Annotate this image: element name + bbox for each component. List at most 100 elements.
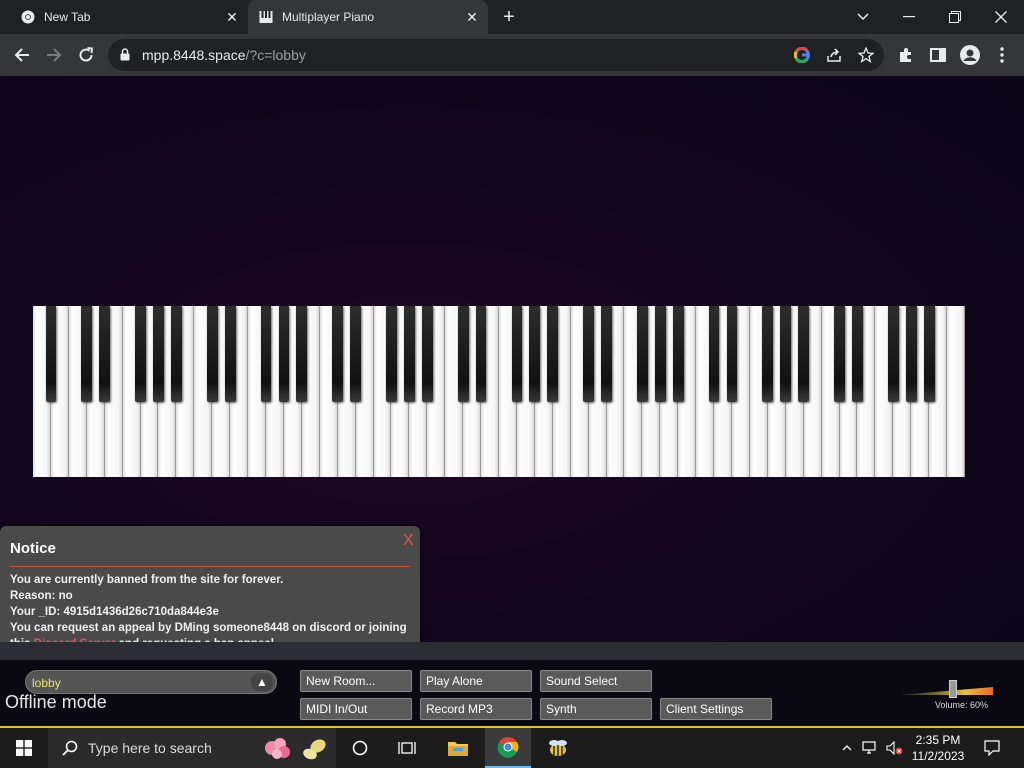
midi-in-out-button[interactable]: MIDI In/Out: [300, 698, 412, 720]
back-arrow-icon[interactable]: [9, 42, 35, 68]
side-panel-icon[interactable]: [927, 44, 949, 66]
black-key[interactable]: [206, 306, 218, 402]
black-key[interactable]: [171, 306, 182, 402]
black-key[interactable]: [153, 306, 164, 402]
notice-close-button[interactable]: X: [403, 532, 414, 550]
room-name: lobby: [32, 676, 61, 690]
black-key[interactable]: [923, 306, 935, 402]
black-key[interactable]: [637, 306, 648, 402]
black-key[interactable]: [780, 306, 792, 402]
record-mp3-button[interactable]: Record MP3: [420, 698, 532, 720]
volume-track[interactable]: [899, 687, 993, 695]
black-key[interactable]: [99, 306, 111, 402]
black-key[interactable]: [529, 306, 541, 402]
black-key[interactable]: [421, 306, 433, 402]
extensions-puzzle-icon[interactable]: [895, 44, 917, 66]
volume-slider[interactable]: Volume: 60%: [895, 680, 995, 712]
black-key[interactable]: [457, 306, 469, 402]
black-key[interactable]: [260, 306, 272, 402]
black-key[interactable]: [350, 306, 361, 402]
black-key[interactable]: [905, 306, 917, 402]
browser-toolbar: mpp.8448.space/?c=lobby: [0, 34, 1024, 76]
black-key[interactable]: [887, 306, 899, 402]
client-settings-button[interactable]: Client Settings: [660, 698, 772, 720]
black-key[interactable]: [798, 306, 810, 402]
sound-select-button[interactable]: Sound Select: [540, 670, 652, 692]
new-room-button[interactable]: New Room...: [300, 670, 412, 692]
play-alone-button[interactable]: Play Alone: [420, 670, 532, 692]
lock-icon[interactable]: [120, 48, 130, 66]
volume-label: Volume: 60%: [935, 700, 989, 710]
offline-mode-status: Offline mode: [5, 692, 107, 712]
black-key[interactable]: [547, 306, 559, 402]
black-key[interactable]: [296, 306, 308, 402]
black-key[interactable]: [135, 306, 146, 402]
room-dropdown-arrow-icon[interactable]: ▲: [251, 673, 273, 691]
bookmark-star-icon[interactable]: [856, 45, 876, 65]
chrome-taskbar-icon[interactable]: [485, 728, 531, 768]
black-key[interactable]: [834, 306, 845, 402]
black-key[interactable]: [762, 306, 774, 402]
address-bar[interactable]: mpp.8448.space/?c=lobby: [108, 39, 884, 71]
profile-avatar-icon[interactable]: [959, 44, 981, 66]
file-explorer-icon[interactable]: [435, 728, 481, 768]
black-key[interactable]: [511, 306, 523, 402]
share-icon[interactable]: [824, 45, 844, 65]
black-key[interactable]: [583, 306, 594, 402]
black-key[interactable]: [404, 306, 415, 402]
clock-date: 11/2/2023: [911, 749, 965, 763]
task-view-icon[interactable]: [384, 728, 430, 768]
notice-id-line: Your _ID: 4915d1436d26c710da844e3e: [10, 606, 219, 618]
cortana-circle-icon[interactable]: [337, 728, 383, 768]
menu-kebab-icon[interactable]: [991, 44, 1013, 66]
tab-multiplayer-piano[interactable]: Multiplayer Piano ✕: [248, 0, 488, 34]
restore-icon[interactable]: [932, 0, 978, 34]
volume-handle[interactable]: [949, 680, 957, 698]
clock-time: 2:35 PM: [915, 733, 961, 747]
search-placeholder: Type here to search: [88, 740, 212, 756]
windows-start-icon[interactable]: [0, 728, 48, 768]
synth-button[interactable]: Synth: [540, 698, 652, 720]
volume-muted-icon[interactable]: [884, 728, 906, 768]
reload-icon[interactable]: [73, 42, 99, 68]
black-key[interactable]: [601, 306, 612, 402]
black-key[interactable]: [726, 306, 738, 402]
black-key[interactable]: [224, 306, 236, 402]
google-icon[interactable]: [792, 45, 812, 65]
black-key[interactable]: [708, 306, 720, 402]
search-highlight-flowers-icon: [260, 734, 332, 767]
room-selector[interactable]: lobby ▲: [25, 670, 277, 694]
tab-close-icon[interactable]: ✕: [224, 9, 240, 25]
url-text: mpp.8448.space/?c=lobby: [142, 47, 306, 63]
tab-search-chevron-icon[interactable]: [840, 0, 886, 34]
forward-arrow-icon[interactable]: [41, 42, 67, 68]
black-key[interactable]: [81, 306, 93, 402]
tab-new-tab[interactable]: New Tab ✕: [0, 0, 248, 34]
taskbar-clock[interactable]: 2:35 PM 11/2/2023: [908, 732, 968, 764]
tab-strip: New Tab ✕ Multiplayer Piano ✕ +: [0, 0, 1024, 34]
bee-app-icon[interactable]: [535, 728, 581, 768]
tray-overflow-chevron-icon[interactable]: [838, 728, 856, 768]
tab-close-icon[interactable]: ✕: [464, 9, 480, 25]
search-icon: [62, 740, 78, 761]
close-window-icon[interactable]: [978, 0, 1024, 34]
black-key[interactable]: [475, 306, 487, 402]
network-icon[interactable]: [860, 728, 880, 768]
piano-keyboard[interactable]: [33, 306, 965, 477]
black-key[interactable]: [852, 306, 863, 402]
black-key[interactable]: [332, 306, 344, 402]
black-key[interactable]: [45, 306, 57, 402]
black-key[interactable]: [672, 306, 684, 402]
piano-favicon-icon: [258, 9, 274, 25]
page-content: Notice X You are currently banned from t…: [0, 76, 1024, 726]
minimize-icon[interactable]: [886, 0, 932, 34]
black-key[interactable]: [278, 306, 290, 402]
black-key[interactable]: [654, 306, 666, 402]
new-tab-plus-icon[interactable]: +: [498, 6, 520, 28]
white-key[interactable]: [947, 306, 965, 477]
black-key[interactable]: [386, 306, 397, 402]
taskbar-search-box[interactable]: Type here to search: [48, 728, 336, 768]
windows-taskbar: Type here to search 2:35 PM 11/2/2023: [0, 726, 1024, 768]
notice-reason-line: Reason: no: [10, 590, 73, 602]
notifications-icon[interactable]: [978, 728, 1006, 768]
